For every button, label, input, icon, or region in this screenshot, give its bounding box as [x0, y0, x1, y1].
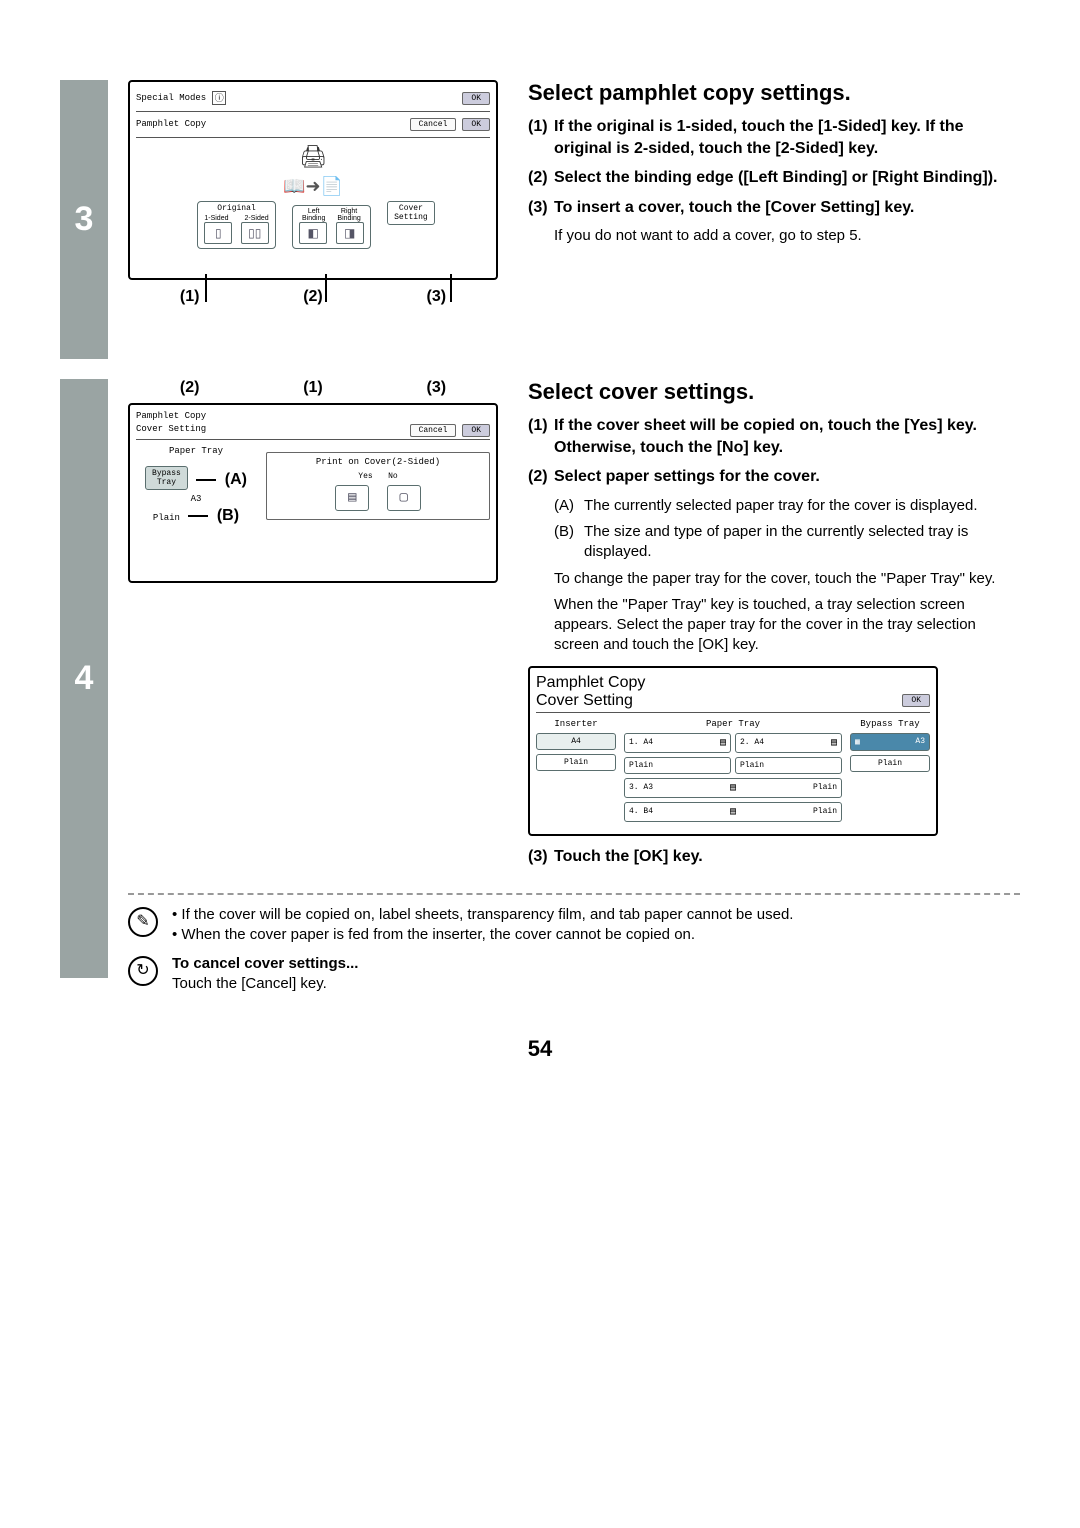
special-modes-label: Special Modes: [136, 93, 206, 103]
step3-item3: To insert a cover, touch the [Cover Sett…: [554, 197, 1020, 219]
tray-4[interactable]: 4. B4▤Plain: [624, 802, 842, 822]
label-b: (B): [217, 507, 239, 524]
cancel-icon: ↻: [128, 956, 158, 986]
booklet-icon: 📖➜📄: [136, 176, 490, 197]
callout-2-top: (2): [128, 379, 251, 397]
step4-item2: Select paper settings for the cover.: [554, 466, 1020, 488]
step3-item1: If the original is 1-sided, touch the [1…: [554, 116, 1020, 159]
bypass-plain: Plain: [850, 755, 930, 772]
divider: [128, 893, 1020, 895]
figure3-callouts: (1) (2) (3): [128, 288, 498, 306]
original-group: Original 1-Sided 2-Sided ▯ ▯▯: [197, 201, 275, 249]
para2: When the "Paper Tray" key is touched, a …: [554, 595, 1020, 656]
cover-setting-button[interactable]: Cover Setting: [387, 201, 435, 225]
info-icon: ✎: [128, 907, 158, 937]
right-binding-button[interactable]: ◨: [336, 222, 364, 244]
info-icon: ⓘ: [212, 91, 226, 105]
note-bullet-2: When the cover paper is fed from the ins…: [172, 925, 793, 945]
step3-item2: Select the binding edge ([Left Binding] …: [554, 167, 1020, 189]
page-number: 54: [0, 1036, 1080, 1062]
ok-button[interactable]: OK: [462, 92, 490, 105]
inserter-col-label: Inserter: [536, 719, 616, 729]
sub-b-text: The size and type of paper in the curren…: [584, 522, 1020, 563]
sub-a-text: The currently selected paper tray for th…: [584, 496, 978, 516]
bypass-col-label: Bypass Tray: [850, 719, 930, 729]
note-info: ✎ If the cover will be copied on, label …: [128, 905, 1020, 946]
inserter-a4[interactable]: A4: [536, 733, 616, 750]
cancel-title: To cancel cover settings...: [172, 954, 358, 974]
pamphlet-copy-label: Pamphlet Copy: [136, 411, 490, 421]
two-sided-button[interactable]: ▯▯: [241, 222, 269, 244]
para1: To change the paper tray for the cover, …: [554, 569, 1020, 589]
step3-sub: If you do not want to add a cover, go to…: [554, 226, 1020, 246]
ok-button[interactable]: OK: [902, 694, 930, 707]
callout-2: (2): [303, 288, 323, 306]
ok-button[interactable]: OK: [462, 424, 490, 437]
bypass-a3[interactable]: ▦A3: [850, 733, 930, 751]
binding-group: Left Binding Right Binding ◧ ◨: [292, 205, 370, 249]
cover-setting-label: Cover Setting: [536, 692, 633, 710]
step-number-3: 3: [60, 80, 108, 359]
step4-title: Select cover settings.: [528, 379, 1020, 405]
no-button[interactable]: ▢: [387, 485, 421, 511]
tray-size: A3: [136, 494, 256, 504]
one-sided-button[interactable]: ▯: [204, 222, 232, 244]
step-number-4: 4: [60, 379, 108, 978]
step-3: 3 Special Modes ⓘ OK Pamphlet Copy Cance…: [60, 80, 1020, 359]
note-bullet-1: If the cover will be copied on, label sh…: [172, 905, 793, 925]
step-4: 4 (2) (1) (3) Pamphlet Copy Cover Settin…: [60, 379, 1020, 1002]
cover-setting-panel: Pamphlet Copy Cover Setting Cancel OK Pa…: [128, 403, 498, 583]
tray-type: Plain: [153, 513, 180, 523]
tray-1[interactable]: 1. A4▤: [624, 733, 731, 753]
label-a: (A): [225, 471, 247, 488]
callout-3: (3): [427, 288, 447, 306]
tray-2-type: Plain: [735, 757, 842, 774]
callout-1-top: (1): [251, 379, 374, 397]
tray-2[interactable]: 2. A4▤: [735, 733, 842, 753]
step4-item3: Touch the [OK] key.: [554, 846, 1020, 868]
ok-button-2[interactable]: OK: [462, 118, 490, 131]
callout-1: (1): [180, 288, 200, 306]
pamphlet-copy-panel: Special Modes ⓘ OK Pamphlet Copy Cancel …: [128, 80, 498, 280]
cancel-button[interactable]: Cancel: [410, 118, 457, 131]
print-on-cover-label: Print on Cover(2-Sided): [273, 457, 483, 467]
step4-item1: If the cover sheet will be copied on, to…: [554, 415, 1020, 458]
cancel-text: Touch the [Cancel] key.: [172, 974, 358, 994]
paper-tray-col-label: Paper Tray: [624, 719, 842, 729]
pamphlet-copy-label: Pamphlet Copy: [536, 674, 930, 692]
yes-button[interactable]: ▤: [335, 485, 369, 511]
cover-setting-label: Cover Setting: [136, 424, 206, 434]
tray-3[interactable]: 3. A3▤Plain: [624, 778, 842, 798]
tray-selection-panel: Pamphlet Copy Cover Setting OK Inserter …: [528, 666, 938, 836]
pamphlet-copy-label: Pamphlet Copy: [136, 119, 206, 129]
callout-3-top: (3): [375, 379, 498, 397]
left-binding-button[interactable]: ◧: [299, 222, 327, 244]
paper-tray-label: Paper Tray: [136, 446, 256, 456]
note-cancel: ↻ To cancel cover settings... Touch the …: [128, 954, 1020, 995]
print-on-cover-box: Print on Cover(2-Sided) Yes No ▤ ▢: [266, 452, 490, 520]
printer-icon: 🖨: [136, 144, 490, 170]
step3-title: Select pamphlet copy settings.: [528, 80, 1020, 106]
cancel-button[interactable]: Cancel: [410, 424, 457, 437]
bypass-tray-button[interactable]: Bypass Tray: [145, 466, 188, 490]
inserter-plain[interactable]: Plain: [536, 754, 616, 771]
tray-1-type: Plain: [624, 757, 731, 774]
